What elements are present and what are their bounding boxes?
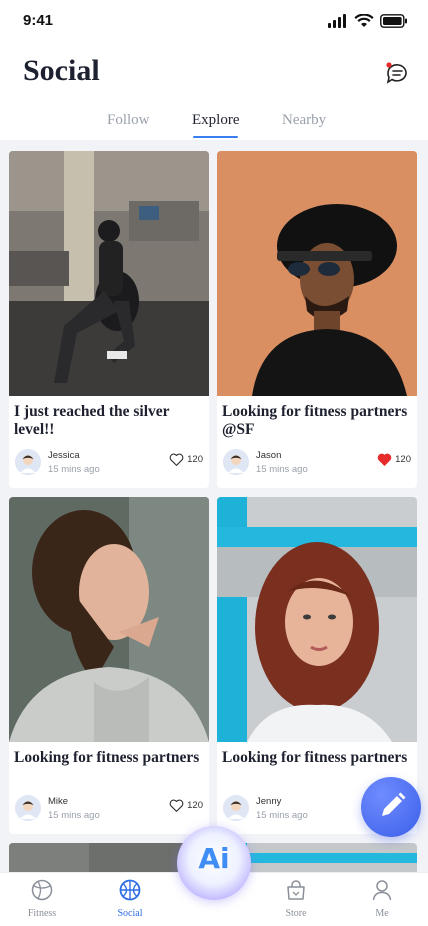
tab-explore[interactable]: Explore [192, 112, 239, 129]
like-count: 120 [187, 800, 203, 811]
heart-filled-icon [377, 453, 392, 466]
nav-label: Social [117, 908, 143, 919]
heart-outline-icon [169, 453, 184, 466]
post-meta: Jessica 15 mins ago 120 [15, 449, 203, 477]
avatar[interactable] [15, 795, 41, 821]
post-title: Looking for fitness partners [222, 749, 408, 766]
battery-icon [380, 14, 407, 28]
tab-nearby[interactable]: Nearby [282, 112, 326, 129]
nav-label: Store [285, 908, 307, 919]
post-title: Looking for fitness partners [14, 749, 200, 766]
tab-active-indicator [193, 136, 238, 138]
wifi-icon [354, 14, 374, 27]
like-count: 120 [187, 454, 203, 465]
nav-item-store[interactable]: Store [266, 879, 326, 919]
tab-follow[interactable]: Follow [107, 112, 150, 129]
post-meta: Mike 15 mins ago 120 [15, 795, 203, 823]
pencil-icon [382, 792, 406, 816]
avatar[interactable] [223, 795, 249, 821]
post-time: 15 mins ago [256, 464, 308, 475]
like-button[interactable]: 120 [169, 453, 203, 466]
compose-button[interactable] [361, 777, 421, 837]
status-bar: 9:41 [0, 0, 428, 44]
feed: I just reached the silver level!! Jessic… [0, 140, 428, 872]
author-name[interactable]: Mike [48, 796, 68, 807]
post-meta: Jason 15 mins ago 120 [223, 449, 411, 477]
post-time: 15 mins ago [48, 810, 100, 821]
tabs: Follow Explore Nearby [0, 108, 428, 140]
avatar[interactable] [15, 449, 41, 475]
header: Social Follow Explore Nearby [0, 44, 428, 140]
like-count: 120 [395, 454, 411, 465]
avatar[interactable] [223, 449, 249, 475]
author-name[interactable]: Jessica [48, 450, 80, 461]
status-icons [328, 14, 408, 28]
man-curly-photo [9, 497, 209, 742]
post-card[interactable]: I just reached the silver level!! Jessic… [9, 151, 209, 488]
post-card[interactable]: Looking for fitness partners Mike 15 min… [9, 497, 209, 834]
man-hat-photo [217, 151, 417, 396]
post-title: Looking for fitness partners @SF [222, 403, 408, 438]
chat-icon[interactable] [384, 60, 410, 86]
heart-outline-icon [169, 799, 184, 812]
nav-item-social[interactable]: Social [100, 879, 160, 919]
nav-label: Fitness [27, 908, 57, 919]
bag-icon [287, 880, 305, 900]
page-title: Social [23, 54, 100, 87]
nav-item-me[interactable]: Me [352, 879, 412, 919]
like-button[interactable]: 120 [169, 799, 203, 812]
author-name[interactable]: Jason [256, 450, 281, 461]
author-name[interactable]: Jenny [256, 796, 281, 807]
status-time: 9:41 [23, 12, 54, 29]
gym-photo [9, 151, 209, 396]
ball-icon [31, 879, 53, 901]
nav-item-fitness[interactable]: Fitness [12, 879, 72, 919]
ball-icon [119, 879, 141, 901]
notification-dot [386, 62, 392, 68]
woman-photo [217, 497, 417, 742]
post-card[interactable]: Looking for fitness partners @SF Jason 1… [217, 151, 417, 488]
post-title: I just reached the silver level!! [14, 403, 170, 438]
post-time: 15 mins ago [48, 464, 100, 475]
post-time: 15 mins ago [256, 810, 308, 821]
nav-label: Me [375, 908, 389, 919]
ai-button[interactable]: Ai [177, 826, 251, 900]
signal-icon [328, 14, 346, 28]
person-icon [372, 880, 392, 901]
ai-label: Ai [198, 842, 230, 875]
like-button[interactable]: 120 [377, 453, 411, 466]
